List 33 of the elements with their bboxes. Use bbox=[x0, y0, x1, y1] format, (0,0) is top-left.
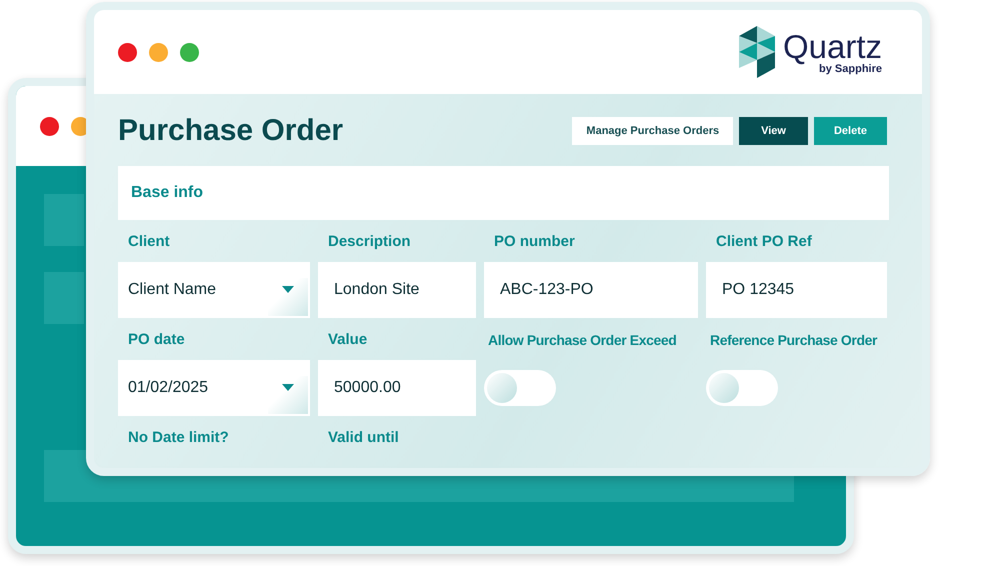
caret-icon bbox=[282, 286, 294, 293]
close-icon[interactable] bbox=[118, 42, 137, 62]
field-label: Client bbox=[127, 232, 171, 252]
placeholder-block bbox=[44, 194, 84, 246]
field-label: Valid until bbox=[327, 428, 400, 448]
close-icon[interactable] bbox=[40, 116, 59, 136]
field-label: PO date bbox=[127, 330, 186, 350]
logo-name: Quartz bbox=[782, 30, 882, 62]
minimize-icon[interactable] bbox=[149, 42, 168, 62]
toggle-switch[interactable] bbox=[706, 370, 778, 406]
field-label: No Date limit? bbox=[127, 428, 230, 448]
logo-icon bbox=[738, 26, 775, 78]
input-field[interactable]: ABC-123-PO bbox=[484, 262, 698, 318]
field-label: PO number bbox=[493, 232, 576, 252]
manage-button[interactable]: Manage Purchase Orders bbox=[572, 117, 734, 145]
maximize-icon[interactable] bbox=[180, 42, 199, 62]
view-button[interactable]: View bbox=[739, 117, 808, 145]
caret-icon bbox=[282, 384, 294, 391]
section-title: Base info bbox=[131, 184, 204, 202]
field-label: Description bbox=[327, 232, 412, 252]
placeholder-block bbox=[44, 272, 84, 324]
field-label: Value bbox=[327, 330, 368, 350]
toggle-switch[interactable] bbox=[484, 370, 556, 406]
field-label: Allow Purchase Order Exceed bbox=[487, 331, 678, 350]
field-label: Reference Purchase Order bbox=[709, 331, 878, 350]
field-label: Client PO Ref bbox=[715, 232, 813, 252]
logo-tagline: by Sapphire bbox=[819, 62, 882, 74]
dropdown-field[interactable]: 01/02/2025 bbox=[118, 360, 310, 416]
input-field[interactable]: London Site bbox=[318, 262, 476, 318]
input-field[interactable]: 50000.00 bbox=[318, 360, 476, 416]
dropdown-field[interactable]: Client Name bbox=[118, 262, 310, 318]
page-title: Purchase Order bbox=[118, 114, 344, 148]
input-field[interactable]: PO 12345 bbox=[706, 262, 887, 318]
